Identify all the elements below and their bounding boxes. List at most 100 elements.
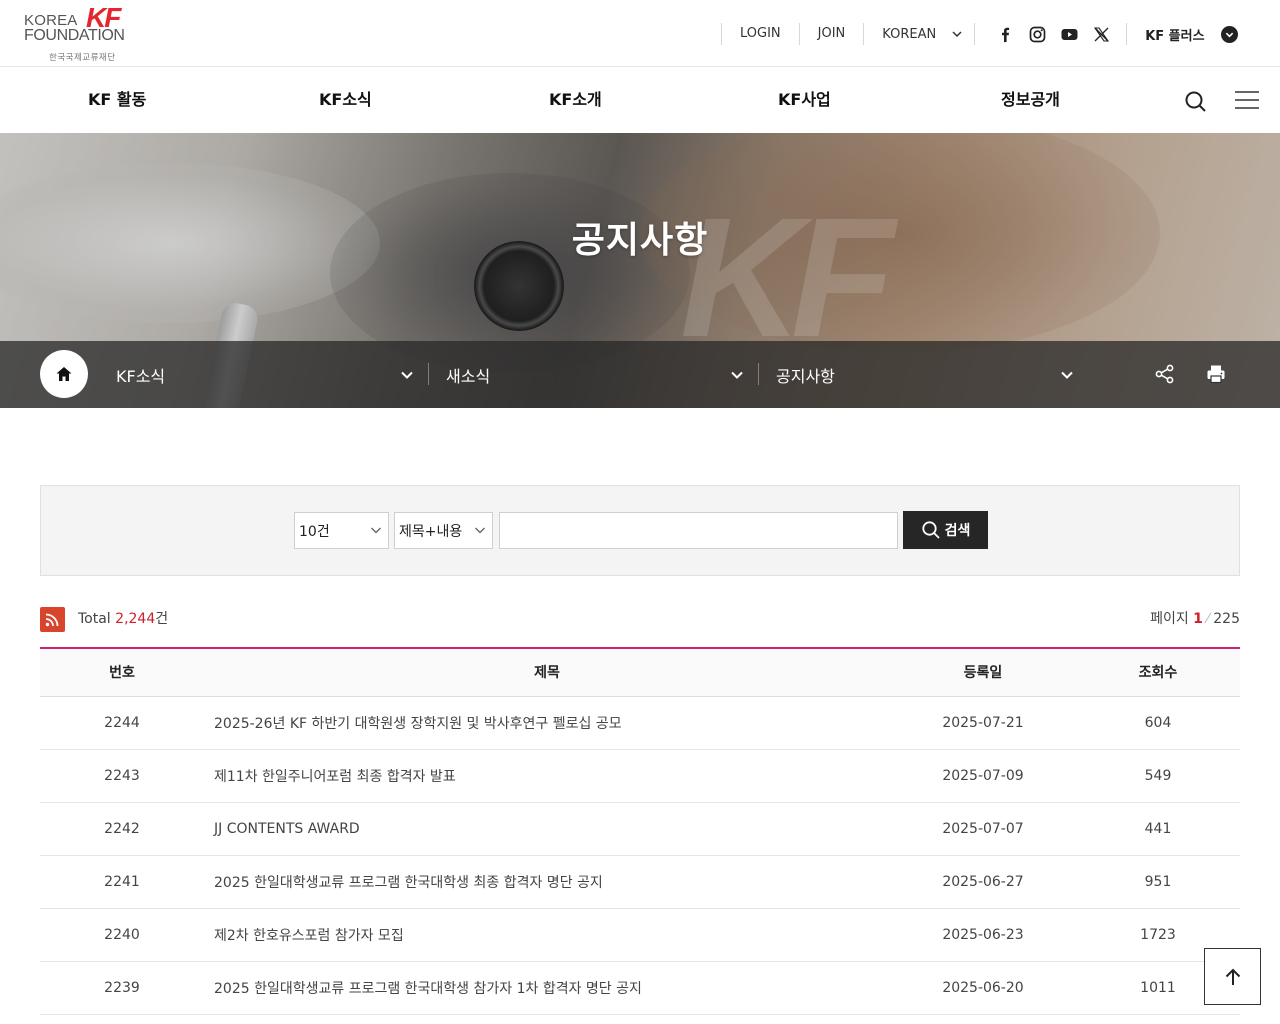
nav-kf-news[interactable]: KF소식 bbox=[319, 67, 372, 133]
board-search-box: 10건 제목+내용 검색 bbox=[40, 485, 1240, 576]
search-field-select[interactable]: 제목+내용 bbox=[394, 512, 493, 549]
page-size-value: 10건 bbox=[299, 523, 330, 540]
search-input[interactable] bbox=[500, 513, 897, 548]
breadcrumb-depth1[interactable]: KF소식 bbox=[116, 341, 414, 408]
header-date: 등록일 bbox=[963, 665, 1003, 681]
page-title: 공지사항 bbox=[571, 220, 709, 261]
row-number: 2241 bbox=[104, 874, 140, 890]
header-hits: 조회수 bbox=[1138, 665, 1178, 681]
breadcrumb-depth3[interactable]: 공지사항 bbox=[776, 341, 1074, 408]
row-title-link[interactable]: 2025 한일대학생교류 프로그램 한국대학생 최종 합격자 명단 공지 bbox=[204, 872, 890, 892]
row-date: 2025-06-23 bbox=[942, 927, 1024, 943]
join-link[interactable]: JOIN bbox=[800, 22, 864, 46]
total-number: 2,244 bbox=[115, 611, 156, 627]
facebook-icon[interactable] bbox=[997, 26, 1014, 43]
search-field-value: 제목+내용 bbox=[399, 523, 463, 540]
row-hits: 441 bbox=[1144, 821, 1172, 837]
breadcrumb-depth2-label: 새소식 bbox=[446, 366, 491, 386]
header-number: 번호 bbox=[109, 665, 135, 681]
row-number: 2240 bbox=[104, 927, 140, 943]
print-icon[interactable] bbox=[1205, 363, 1227, 385]
nav-info-disclosure[interactable]: 정보공개 bbox=[1001, 67, 1060, 133]
row-number: 2239 bbox=[104, 980, 140, 996]
social-links bbox=[975, 26, 1126, 43]
location-bar: KF소식 새소식 공지사항 bbox=[0, 341, 1280, 408]
row-date: 2025-07-21 bbox=[942, 715, 1024, 731]
row-hits: 604 bbox=[1144, 715, 1172, 731]
home-icon bbox=[56, 367, 72, 381]
header-title: 제목 bbox=[534, 665, 560, 681]
page-visual-banner: KF 공지사항 KF소식 새소식 공지사항 bbox=[0, 133, 1280, 408]
rss-icon[interactable] bbox=[40, 607, 65, 632]
hamburger-menu-icon[interactable] bbox=[1233, 89, 1261, 111]
main-navigation: KF 활동 KF소식 KF소개 KF사업 정보공개 bbox=[0, 67, 1280, 133]
share-icon[interactable] bbox=[1154, 363, 1176, 385]
nav-kf-business[interactable]: KF사업 bbox=[778, 67, 831, 133]
row-title-link[interactable]: JJ CONTENTS AWARD bbox=[204, 821, 890, 837]
kf-plus-label: KF 플러스 bbox=[1145, 28, 1205, 44]
row-date: 2025-07-07 bbox=[942, 821, 1024, 837]
youtube-icon[interactable] bbox=[1061, 26, 1078, 43]
row-title-link[interactable]: 제11차 한일주니어포럼 최종 합격자 발표 bbox=[204, 766, 890, 786]
chevron-down-icon bbox=[475, 527, 485, 534]
row-number: 2243 bbox=[104, 768, 140, 784]
login-link[interactable]: LOGIN bbox=[722, 22, 799, 46]
row-date: 2025-06-20 bbox=[942, 980, 1024, 996]
nav-kf-about[interactable]: KF소개 bbox=[549, 67, 602, 133]
nav-kf-activities[interactable]: KF 활동 bbox=[88, 67, 146, 133]
table-row: 2241 2025 한일대학생교류 프로그램 한국대학생 최종 합격자 명단 공… bbox=[40, 856, 1240, 909]
scroll-to-top-button[interactable] bbox=[1204, 948, 1261, 1005]
row-title-link[interactable]: 2025 한일대학생교류 프로그램 한국대학생 참가자 1차 합격자 명단 공지 bbox=[204, 978, 890, 998]
search-button[interactable]: 검색 bbox=[903, 511, 988, 549]
row-title-link[interactable]: 제2차 한호유스포럼 참가자 모집 bbox=[204, 925, 890, 945]
row-hits: 951 bbox=[1144, 874, 1172, 890]
home-button[interactable] bbox=[40, 350, 88, 398]
row-number: 2244 bbox=[104, 715, 140, 731]
table-row: 2239 2025 한일대학생교류 프로그램 한국대학생 참가자 1차 합격자 … bbox=[40, 962, 1240, 1015]
table-row: 2242 JJ CONTENTS AWARD 2025-07-07 441 bbox=[40, 803, 1240, 856]
row-date: 2025-07-09 bbox=[942, 768, 1024, 784]
divider bbox=[758, 363, 759, 385]
arrow-up-icon bbox=[1225, 968, 1240, 985]
chevron-down-icon bbox=[1220, 25, 1238, 43]
chevron-down-icon bbox=[1061, 371, 1073, 379]
page-label: 페이지 bbox=[1150, 611, 1189, 627]
chevron-down-icon bbox=[371, 527, 381, 534]
row-hits: 549 bbox=[1144, 768, 1172, 784]
total-count: Total 2,244건 bbox=[78, 608, 168, 628]
chevron-down-icon bbox=[731, 371, 743, 379]
kf-plus-menu[interactable]: KF 플러스 bbox=[1127, 25, 1238, 44]
x-icon[interactable] bbox=[1093, 26, 1110, 43]
table-row: 2244 2025-26년 KF 하반기 대학원생 장학지원 및 박사후연구 펠… bbox=[40, 697, 1240, 750]
korea-foundation-logo[interactable]: KOREA KF FOUNDATION 한국국제교류재단 bbox=[22, 2, 132, 64]
row-date: 2025-06-27 bbox=[942, 874, 1024, 890]
table-header: 번호 제목 등록일 조회수 bbox=[40, 647, 1240, 697]
page-separator: ⁄ bbox=[1206, 611, 1210, 627]
breadcrumb-depth2[interactable]: 새소식 bbox=[446, 341, 744, 408]
total-unit: 건 bbox=[155, 611, 169, 627]
notice-board-table: 번호 제목 등록일 조회수 2244 2025-26년 KF 하반기 대학원생 … bbox=[40, 647, 1240, 1015]
search-icon[interactable] bbox=[1183, 89, 1209, 115]
row-title-link[interactable]: 2025-26년 KF 하반기 대학원생 장학지원 및 박사후연구 펠로십 공모 bbox=[204, 713, 890, 733]
search-icon bbox=[922, 521, 940, 539]
instagram-icon[interactable] bbox=[1029, 26, 1046, 43]
language-select[interactable]: KOREAN bbox=[864, 27, 974, 42]
search-input-wrapper bbox=[499, 512, 898, 549]
top-utility-bar: KOREA KF FOUNDATION 한국국제교류재단 LOGIN JOIN … bbox=[0, 0, 1280, 67]
chevron-down-icon bbox=[401, 371, 413, 379]
search-button-label: 검색 bbox=[944, 523, 971, 539]
logo-line2: FOUNDATION bbox=[24, 27, 125, 44]
total-pages: 225 bbox=[1213, 611, 1240, 627]
total-label: Total bbox=[78, 611, 111, 627]
table-row: 2240 제2차 한호유스포럼 참가자 모집 2025-06-23 1723 bbox=[40, 909, 1240, 962]
page-info: 페이지 1 ⁄ 225 bbox=[1150, 608, 1240, 628]
utility-links: LOGIN JOIN KOREAN KF 플러스 bbox=[721, 22, 1238, 46]
row-number: 2242 bbox=[104, 821, 140, 837]
current-page: 1 bbox=[1193, 611, 1203, 627]
logo-line3: 한국국제교류재단 bbox=[49, 53, 116, 63]
table-row: 2243 제11차 한일주니어포럼 최종 합격자 발표 2025-07-09 5… bbox=[40, 750, 1240, 803]
page-size-select[interactable]: 10건 bbox=[294, 512, 389, 549]
breadcrumb-depth3-label: 공지사항 bbox=[776, 366, 835, 386]
breadcrumb-depth1-label: KF소식 bbox=[116, 366, 166, 386]
row-hits: 1723 bbox=[1140, 927, 1176, 943]
